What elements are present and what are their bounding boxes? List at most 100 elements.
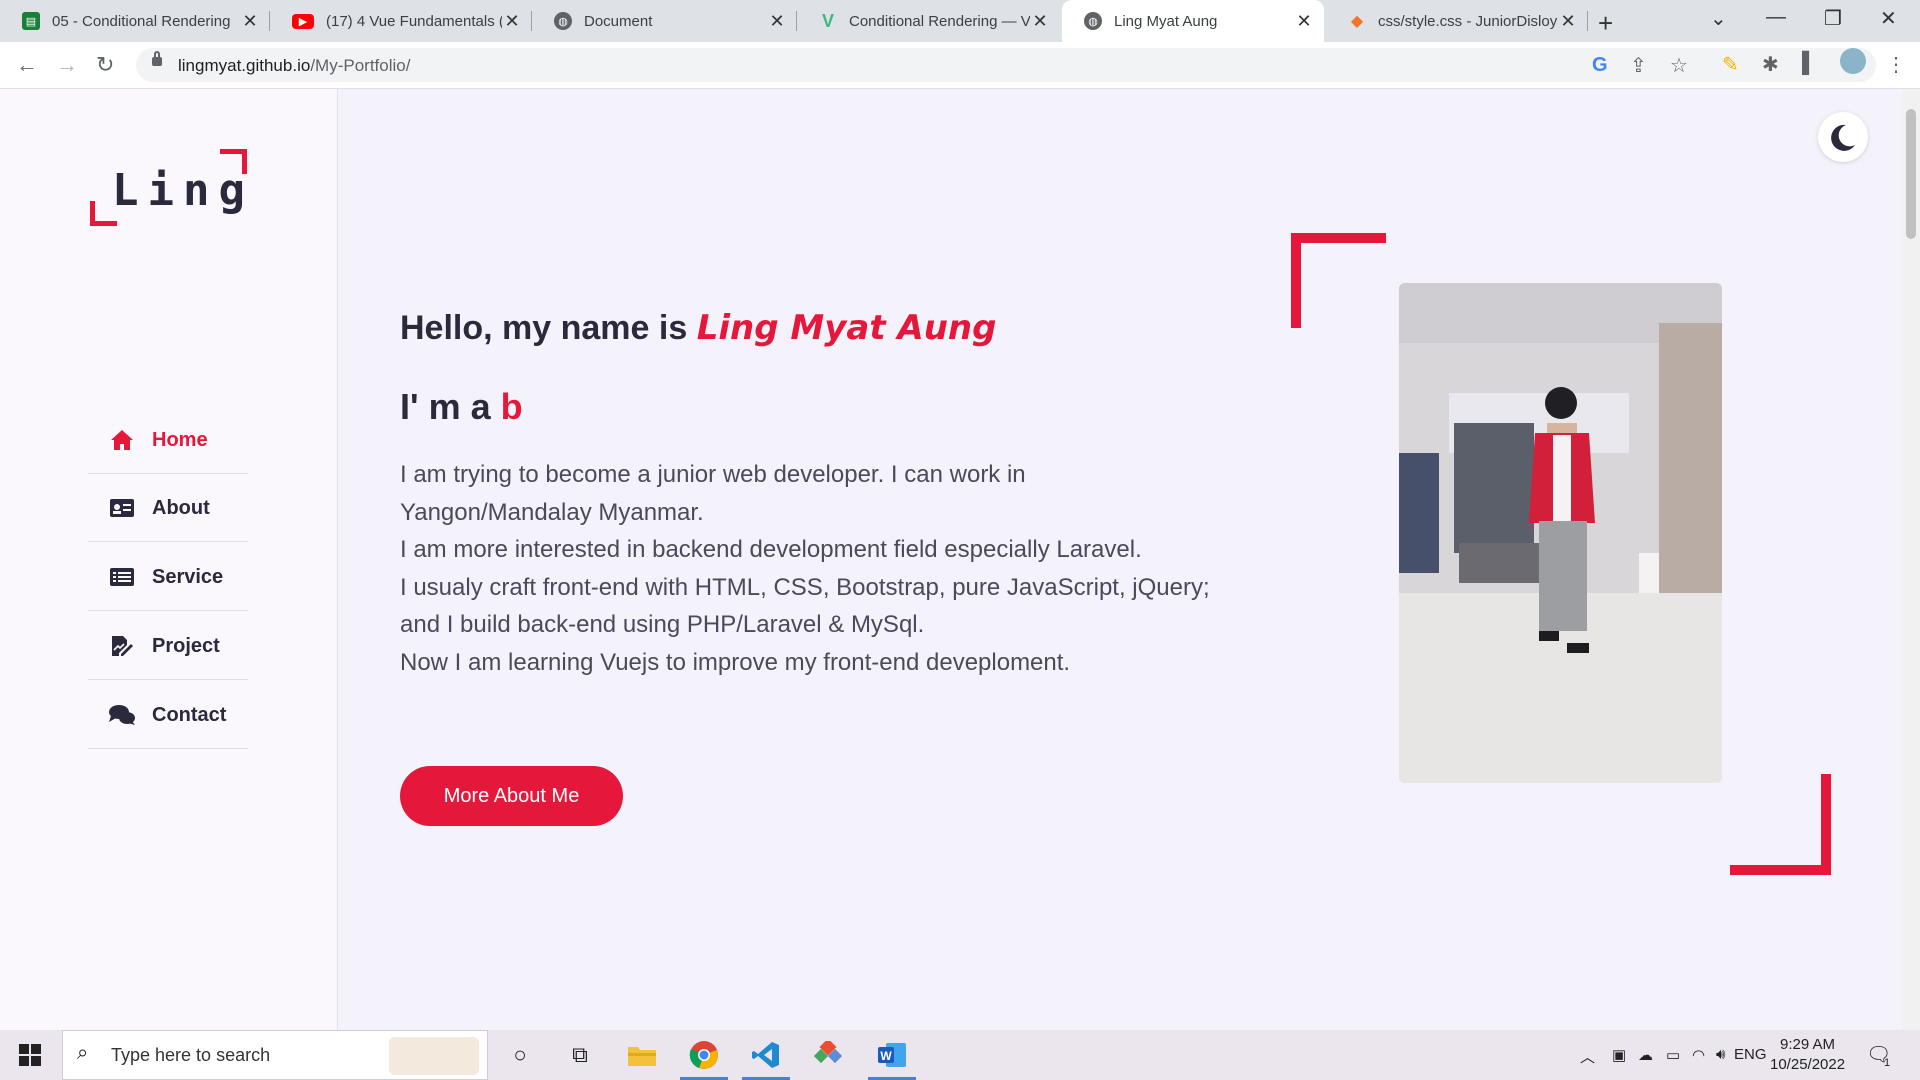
logo-text: Ling: [112, 165, 254, 216]
menu-kebab-icon[interactable]: ⋮: [1886, 52, 1906, 77]
clock-time: 9:29 AM: [1780, 1036, 1836, 1053]
browser-toolbar: ← → ↻ lingmyat.github.io/My-Portfolio/ G…: [0, 42, 1920, 89]
battery-icon[interactable]: ▭: [1666, 1046, 1680, 1064]
nav-label: Home: [152, 428, 208, 451]
bookmark-star-icon[interactable]: ☆: [1670, 53, 1688, 78]
browser-tab[interactable]: ◆ css/style.css - JuniorDisloya ✕: [1326, 0, 1588, 42]
sidebar: Ling Home About Service Project Contact: [0, 89, 338, 1030]
browser-tab-strip: ▤ 05 - Conditional Rendering ✕ ▶ (17) 4 …: [0, 0, 1920, 42]
tab-title: Document: [584, 12, 653, 30]
close-tab-icon[interactable]: ✕: [1558, 11, 1578, 32]
tab-title: css/style.css - JuniorDisloya: [1378, 12, 1558, 30]
nav-item-home[interactable]: Home: [88, 407, 248, 474]
bio-line: I am more interested in backend developm…: [400, 536, 1142, 563]
clock-date: 10/25/2022: [1770, 1056, 1846, 1073]
browser-tab[interactable]: ▶ (17) 4 Vue Fundamentals (L ✕: [270, 0, 532, 42]
close-window-icon[interactable]: ✕: [1880, 6, 1897, 31]
profile-avatar[interactable]: [1840, 48, 1866, 74]
bio-line: I usualy craft front-end with HTML, CSS,…: [400, 573, 1210, 601]
dark-mode-toggle[interactable]: [1818, 112, 1868, 162]
bio-line: Now I am learning Vuejs to improve my fr…: [400, 648, 1071, 676]
close-tab-icon[interactable]: ✕: [502, 11, 522, 32]
minimize-icon[interactable]: —: [1766, 6, 1786, 29]
globe-icon: ◍: [554, 12, 572, 30]
tab-search-icon[interactable]: ⌄: [1710, 6, 1727, 31]
file-explorer-icon[interactable]: [626, 1039, 658, 1071]
nav-item-service[interactable]: Service: [88, 544, 248, 611]
nav-label: Service: [152, 565, 224, 588]
onedrive-icon[interactable]: ☁: [1638, 1046, 1653, 1064]
home-icon: [104, 429, 140, 451]
nav-item-about[interactable]: About: [88, 475, 248, 542]
new-tab-icon[interactable]: +: [1598, 8, 1613, 39]
task-view-icon[interactable]: ⧉: [564, 1039, 596, 1071]
sheets-icon: ▤: [22, 12, 40, 30]
codepen-icon: ◆: [1350, 13, 1364, 30]
show-hidden-icons[interactable]: ︿: [1580, 1046, 1595, 1067]
photo-frame-corner-bottom-right: [1730, 774, 1831, 875]
lock-icon[interactable]: [152, 51, 162, 66]
bio-line: Yangon/Mandalay Myanmar.: [400, 498, 704, 526]
windows-taskbar: ⌕ Type here to search ○ ⧉ W ︿ ▣ ☁ ▭ ◠ 🔊︎…: [0, 1030, 1920, 1080]
browser-tab[interactable]: ▤ 05 - Conditional Rendering ✕: [0, 0, 270, 42]
back-icon[interactable]: ←: [16, 52, 38, 78]
id-card-icon: [104, 499, 140, 517]
taskbar-search-box[interactable]: ⌕ Type here to search: [62, 1030, 488, 1080]
side-panel-icon[interactable]: ▌: [1802, 52, 1816, 75]
youtube-icon: ▶: [292, 13, 314, 29]
nav-label: Contact: [152, 703, 227, 726]
typed-role-text: b: [500, 386, 523, 427]
vscode-icon[interactable]: [742, 1039, 790, 1080]
logo[interactable]: Ling: [88, 149, 248, 229]
browser-tab[interactable]: ◍ Document ✕: [532, 0, 797, 42]
search-placeholder: Type here to search: [111, 1045, 271, 1065]
share-icon[interactable]: ⇪: [1630, 53, 1647, 78]
greeting-text: Hello, my name is: [400, 309, 688, 347]
url-text[interactable]: lingmyat.github.io/My-Portfolio/: [178, 56, 410, 76]
cortana-icon[interactable]: ○: [504, 1039, 536, 1071]
bio-line: I am trying to become a junior web devel…: [400, 461, 1026, 488]
restore-icon[interactable]: ❐: [1824, 6, 1842, 31]
close-tab-icon[interactable]: ✕: [240, 11, 260, 32]
extension-alert-icon[interactable]: ✎: [1722, 52, 1739, 77]
role-prefix: I' m a: [400, 386, 491, 427]
chrome-icon[interactable]: [680, 1039, 728, 1080]
tab-title: Conditional Rendering — V: [849, 12, 1030, 30]
photo-frame-corner-top-left: [1291, 233, 1386, 328]
scrollbar-thumb[interactable]: [1906, 109, 1916, 239]
moon-icon: [1831, 124, 1855, 151]
address-bar[interactable]: lingmyat.github.io/My-Portfolio/ G ⇪ ☆: [136, 48, 1876, 82]
language-indicator[interactable]: ENG: [1734, 1046, 1767, 1063]
nav-item-contact[interactable]: Contact: [88, 682, 248, 749]
close-tab-icon[interactable]: ✕: [1030, 11, 1050, 32]
extensions-icon[interactable]: ✱: [1762, 52, 1779, 77]
forward-icon[interactable]: →: [56, 52, 78, 78]
close-tab-icon[interactable]: ✕: [767, 11, 787, 32]
page-scrollbar[interactable]: [1902, 89, 1920, 1030]
nav-label: Project: [152, 634, 220, 657]
taskbar-clock[interactable]: 9:29 AM 10/25/2022: [1770, 1035, 1845, 1075]
profile-photo: [1399, 283, 1722, 783]
notification-count-badge: 1: [1884, 1057, 1891, 1069]
search-icon: ⌕: [77, 1042, 89, 1064]
search-highlight-image: [389, 1037, 479, 1075]
windows-start-icon[interactable]: [14, 1039, 46, 1071]
list-icon: [104, 568, 140, 586]
reload-icon[interactable]: ↻: [96, 52, 114, 78]
close-tab-icon[interactable]: ✕: [1294, 11, 1314, 32]
google-icon[interactable]: G: [1592, 54, 1608, 77]
vue-icon: V: [821, 10, 834, 31]
browser-tab-active[interactable]: ◍ Ling Myat Aung ✕: [1062, 0, 1324, 42]
meet-now-icon[interactable]: ▣: [1612, 1046, 1626, 1064]
chat-icon: [104, 704, 140, 726]
hero-greeting: Hello, my name is Ling Myat Aung: [400, 308, 996, 348]
more-about-me-button[interactable]: More About Me: [400, 766, 623, 826]
git-gui-icon[interactable]: [812, 1039, 844, 1071]
volume-icon[interactable]: 🔊︎: [1716, 1046, 1725, 1063]
hero-role-typing: I' m a b: [400, 386, 523, 428]
wifi-icon[interactable]: ◠: [1692, 1046, 1705, 1064]
browser-tab[interactable]: V Conditional Rendering — V ✕: [797, 0, 1060, 42]
word-icon[interactable]: W: [868, 1039, 916, 1080]
hero-name: Ling Myat Aung: [696, 308, 997, 348]
nav-item-project[interactable]: Project: [88, 613, 248, 680]
